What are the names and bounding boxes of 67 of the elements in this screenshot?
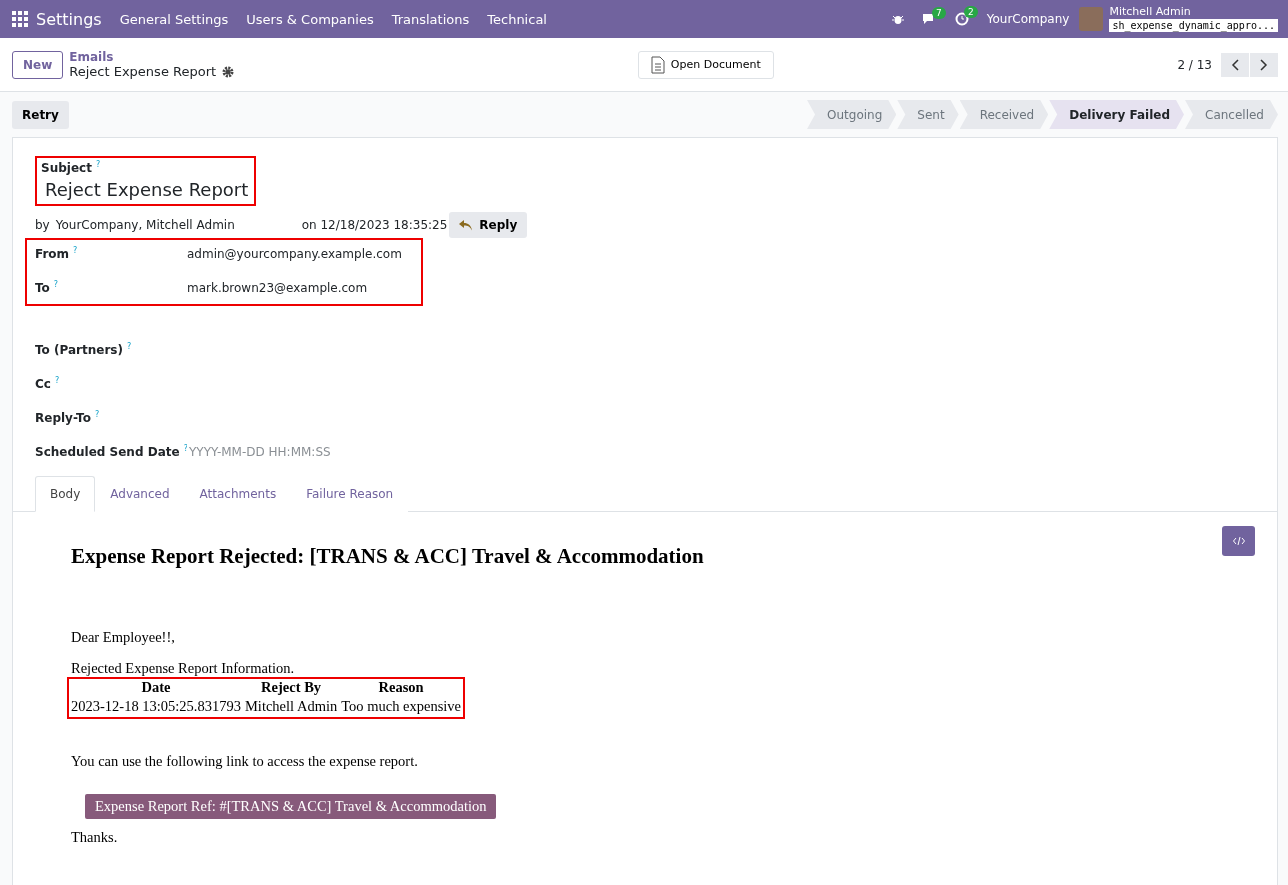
table-cell-text: Mitchell Admin	[243, 697, 339, 716]
open-document-button[interactable]: Open Document	[637, 50, 774, 79]
help-icon[interactable]: ?	[95, 160, 101, 169]
clock-icon[interactable]	[954, 12, 969, 26]
email-heading: Expense Report Rejected: [TRANS & ACC] Travel & Accommodation	[71, 544, 705, 569]
subject-value: Reject Expense Report	[44, 178, 250, 202]
record-title: Reject Expense Report	[69, 64, 217, 79]
reply-button[interactable]: Reply	[449, 212, 528, 238]
user-name[interactable]: Mitchell Admin	[1109, 6, 1278, 19]
previous-button[interactable]	[1221, 52, 1249, 77]
field-label: To (Partners)	[35, 343, 123, 357]
gear-icon[interactable]	[222, 65, 235, 78]
sent-date: on 12/18/2023 18:35:25	[301, 218, 448, 232]
menu-item[interactable]: General Settings	[119, 11, 229, 27]
email-address: admin@yourcompany.example.com	[187, 247, 402, 261]
by-label: by	[35, 218, 50, 232]
pager-value: 2 / 13	[1177, 57, 1212, 72]
column-header: Reason	[377, 679, 425, 696]
help-icon[interactable]: ?	[183, 444, 188, 453]
chevron-left-icon	[1231, 58, 1239, 71]
bug-icon[interactable]	[891, 13, 904, 25]
status-stage[interactable]: Outgoing	[807, 100, 897, 129]
new-button[interactable]: New	[12, 50, 64, 79]
chevron-right-icon	[1260, 58, 1268, 71]
column-header: Date	[140, 679, 172, 696]
help-icon[interactable]: ?	[73, 246, 78, 255]
help-icon[interactable]: ?	[94, 410, 100, 419]
closing-text: Thanks.	[71, 829, 119, 846]
menu-item[interactable]: Technical	[487, 11, 547, 27]
status-stage[interactable]: Cancelled	[1185, 100, 1278, 129]
code-icon	[1232, 536, 1245, 546]
table-cell-text: 2023-12-18 13:05:25.831793	[70, 697, 242, 716]
apps-grid-icon[interactable]	[12, 11, 28, 27]
status-stage[interactable]: Delivery Failed	[1049, 100, 1184, 129]
menu-item[interactable]: Users & Companies	[246, 11, 374, 27]
company-name[interactable]: YourCompany	[986, 12, 1070, 26]
form-tab[interactable]: Body	[35, 476, 96, 512]
author-name: YourCompany, Mitchell Admin	[55, 218, 236, 232]
document-icon	[650, 55, 665, 74]
menu-item[interactable]: Translations	[391, 11, 470, 27]
field-label: From	[35, 247, 70, 261]
field-label: Scheduled Send Date	[35, 445, 180, 459]
code-view-button[interactable]	[1222, 526, 1255, 556]
help-icon[interactable]: ?	[53, 280, 59, 289]
activity-count: 2	[964, 6, 978, 18]
intro-text: Rejected Expense Report Information.	[71, 660, 296, 677]
expense-report-link[interactable]: Expense Report Ref: #[TRANS & ACC] Travel & Accommodation	[85, 794, 497, 819]
reply-arrow-icon	[459, 219, 474, 231]
status-stage[interactable]: Received	[959, 100, 1049, 129]
breadcrumb-link[interactable]: Emails	[69, 50, 235, 64]
help-icon[interactable]: ?	[54, 376, 60, 385]
status-stage[interactable]: Sent	[897, 100, 959, 129]
greeting-text: Dear Employee!!,	[71, 629, 176, 646]
retry-button[interactable]: Retry	[12, 100, 69, 129]
help-icon[interactable]: ?	[126, 342, 132, 351]
table-cell-text: Too much expensive	[340, 697, 462, 716]
next-button[interactable]	[1250, 52, 1278, 77]
field-label: To	[35, 281, 50, 295]
field-label: Subject	[41, 161, 92, 175]
field-label: Cc	[35, 377, 51, 391]
field-label: Reply-To	[35, 411, 91, 425]
message-count: 7	[932, 6, 946, 19]
database-name: sh_expense_dynamic_appro...	[1109, 18, 1278, 32]
link-instructions: You can use the following link to access the expense report.	[71, 753, 419, 770]
email-address: mark.brown23@example.com	[187, 281, 368, 295]
app-title[interactable]: Settings	[36, 9, 102, 29]
column-header: Reject By	[260, 679, 323, 696]
